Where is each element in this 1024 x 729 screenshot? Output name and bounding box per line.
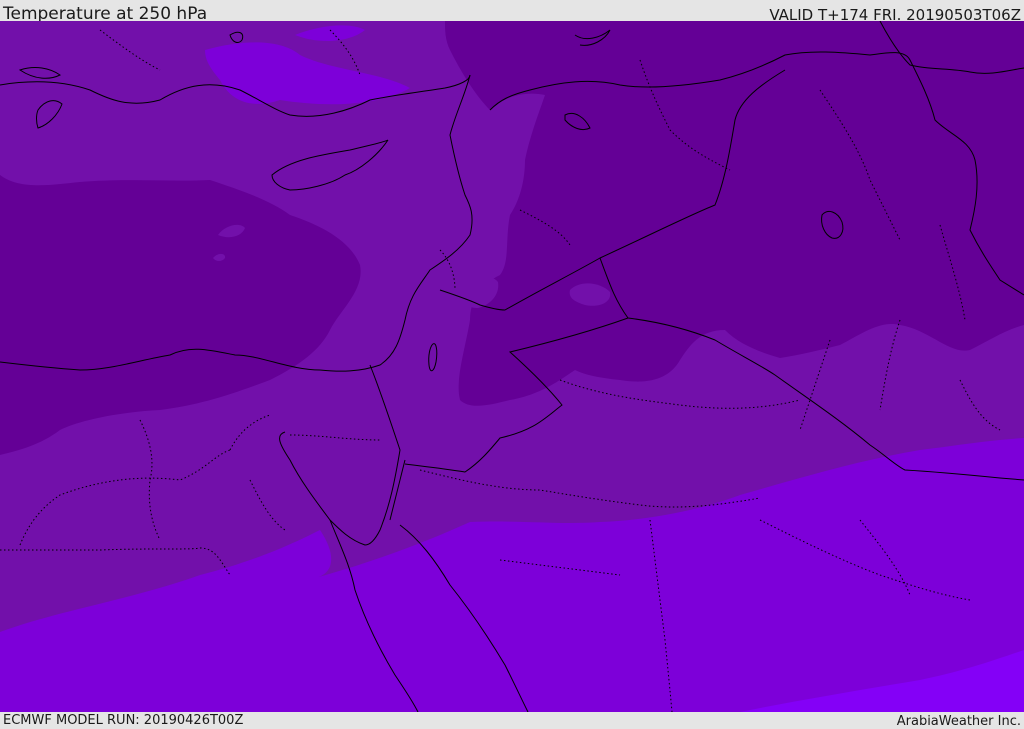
map-page: Temperature at 250 hPa VALID T+174 FRI. … xyxy=(0,0,1024,729)
temperature-map xyxy=(0,21,1024,712)
credit-label: ArabiaWeather Inc. xyxy=(896,714,1021,729)
header-bar: Temperature at 250 hPa VALID T+174 FRI. … xyxy=(0,0,1024,24)
model-run-label: ECMWF MODEL RUN: 20190426T00Z xyxy=(3,713,244,728)
footer-bar: ECMWF MODEL RUN: 20190426T00Z ArabiaWeat… xyxy=(0,712,1024,729)
